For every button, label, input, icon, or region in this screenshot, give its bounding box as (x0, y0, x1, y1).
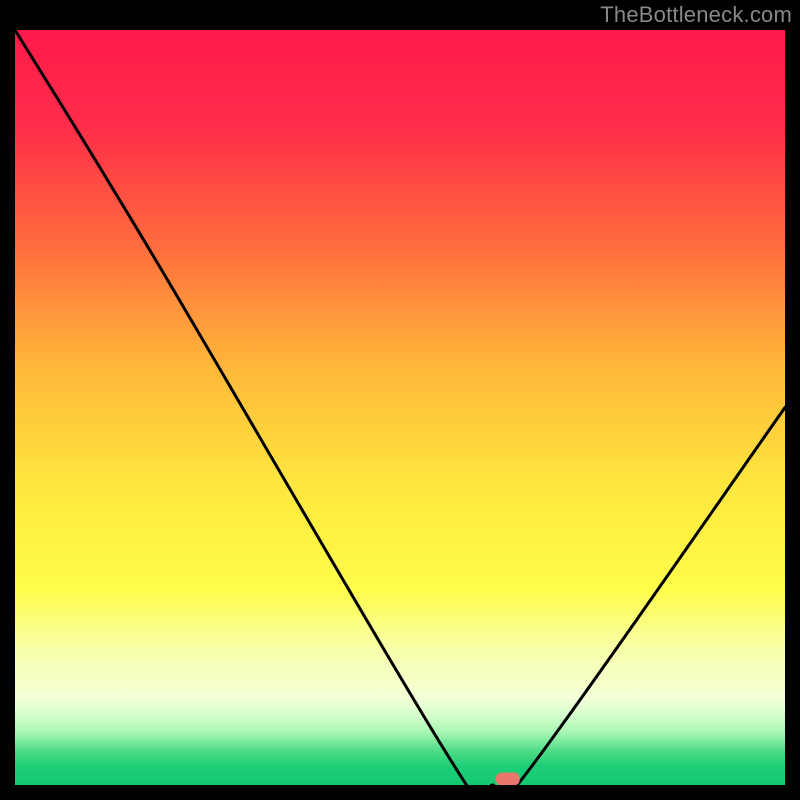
plot-background (15, 30, 785, 785)
plot-svg (15, 30, 785, 785)
bottleneck-plot (15, 30, 785, 785)
watermark-label: TheBottleneck.com (600, 2, 792, 28)
optimal-marker (496, 772, 520, 785)
chart-frame: TheBottleneck.com (0, 0, 800, 800)
